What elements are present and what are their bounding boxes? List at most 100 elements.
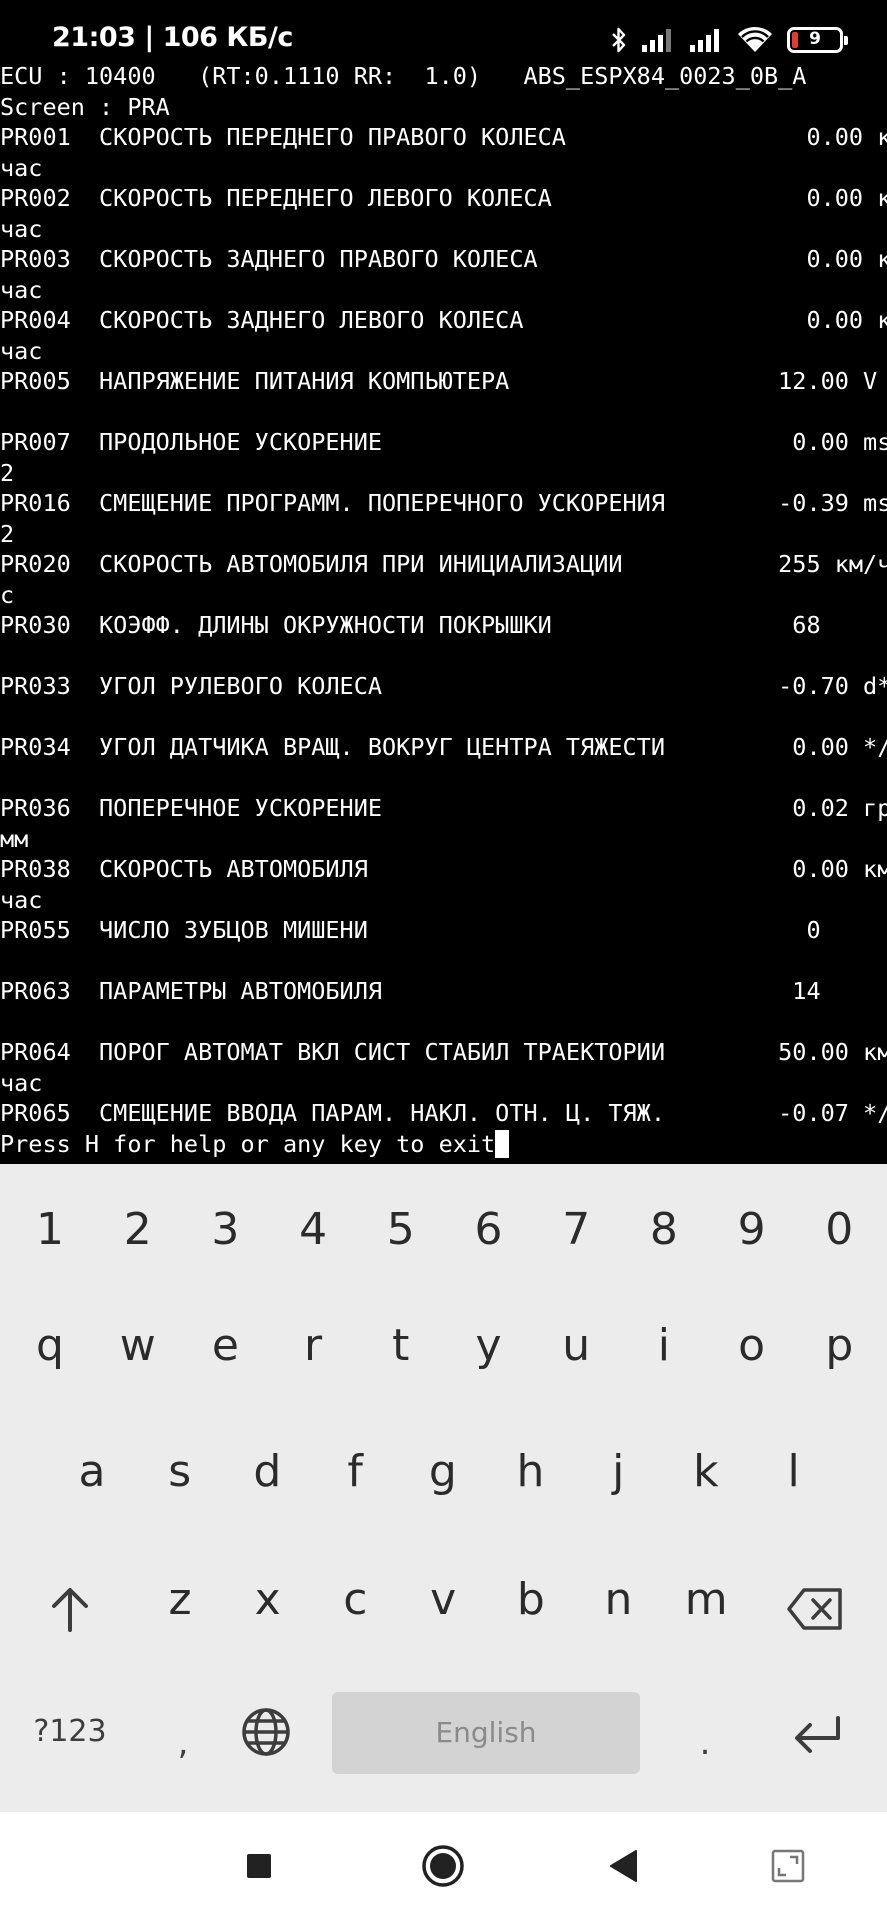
key-s[interactable]: s bbox=[140, 1442, 220, 1502]
terminal-line: час bbox=[0, 275, 43, 304]
key-l[interactable]: l bbox=[754, 1442, 834, 1502]
terminal-line: PR020 СКОРОСТЬ АВТОМОБИЛЯ ПРИ ИНИЦИАЛИЗА… bbox=[0, 550, 887, 578]
key-4[interactable]: 4 bbox=[273, 1200, 353, 1260]
key-p[interactable]: p bbox=[799, 1316, 879, 1376]
signal-icon bbox=[690, 29, 719, 52]
terminal-line: PR005 НАПРЯЖЕНИЕ ПИТАНИЯ КОМПЬЮТЕРА 12.0… bbox=[0, 367, 878, 395]
terminal-line: час bbox=[0, 214, 43, 243]
terminal-line: PR002 СКОРОСТЬ ПЕРЕДНЕГО ЛЕВОГО КОЛЕСА 0… bbox=[0, 184, 887, 212]
terminal-prompt: Press H for help or any key to exit bbox=[0, 1129, 887, 1160]
wifi-icon bbox=[738, 26, 772, 52]
key-w[interactable]: w bbox=[98, 1316, 178, 1376]
terminal-line: мм bbox=[0, 824, 29, 853]
recents-square-icon bbox=[247, 1854, 271, 1878]
key-i[interactable]: i bbox=[624, 1316, 704, 1376]
shift-key[interactable] bbox=[40, 1580, 100, 1640]
key-y[interactable]: y bbox=[449, 1316, 529, 1376]
key-o[interactable]: o bbox=[712, 1316, 792, 1376]
terminal-line: час bbox=[0, 1068, 43, 1097]
home-button[interactable] bbox=[418, 1812, 468, 1920]
space-key[interactable]: English bbox=[332, 1692, 640, 1774]
key-1[interactable]: 1 bbox=[10, 1200, 90, 1260]
key-f[interactable]: f bbox=[315, 1442, 395, 1502]
terminal-cursor bbox=[495, 1129, 510, 1158]
period-key[interactable]: . bbox=[690, 1718, 720, 1768]
key-k[interactable]: k bbox=[666, 1442, 746, 1502]
screen-expand-button[interactable] bbox=[768, 1812, 808, 1920]
battery-level: 9 bbox=[809, 29, 821, 49]
key-7[interactable]: 7 bbox=[536, 1200, 616, 1260]
terminal-line: PR004 СКОРОСТЬ ЗАДНЕГО ЛЕВОГО КОЛЕСА 0.0… bbox=[0, 306, 887, 334]
key-v[interactable]: v bbox=[403, 1570, 483, 1630]
recents-button[interactable] bbox=[236, 1812, 282, 1920]
terminal-line: PR001 СКОРОСТЬ ПЕРЕДНЕГО ПРАВОГО КОЛЕСА … bbox=[0, 123, 887, 151]
terminal-output[interactable]: ECU : 10400 (RT:0.1110 RR: 1.0) ABS_ESPX… bbox=[0, 61, 887, 1164]
terminal-line: час bbox=[0, 336, 43, 365]
back-button[interactable] bbox=[604, 1812, 644, 1920]
key-b[interactable]: b bbox=[491, 1570, 571, 1630]
status-icons: 9 bbox=[611, 22, 848, 58]
terminal-line: PR063 ПАРАМЕТРЫ АВТОМОБИЛЯ 14 bbox=[0, 977, 821, 1005]
bluetooth-icon bbox=[612, 27, 626, 53]
key-r[interactable]: r bbox=[273, 1316, 353, 1376]
backspace-key[interactable] bbox=[786, 1584, 846, 1634]
key-3[interactable]: 3 bbox=[185, 1200, 265, 1260]
key-9[interactable]: 9 bbox=[712, 1200, 792, 1260]
terminal-line: ECU : 10400 (RT:0.1110 RR: 1.0) ABS_ESPX… bbox=[0, 62, 807, 90]
key-5[interactable]: 5 bbox=[361, 1200, 441, 1260]
back-triangle-icon bbox=[610, 1850, 637, 1882]
key-c[interactable]: c bbox=[315, 1570, 395, 1630]
terminal-line: PR007 ПРОДОЛЬНОЕ УСКОРЕНИЕ 0.00 ms- bbox=[0, 428, 887, 456]
shift-arrow-icon bbox=[52, 1588, 88, 1632]
home-circle-icon bbox=[422, 1845, 464, 1887]
key-8[interactable]: 8 bbox=[624, 1200, 704, 1260]
key-m[interactable]: m bbox=[666, 1570, 746, 1630]
soft-keyboard: 1234567890 qwertyuiop asdfghjkl zxcvbnm … bbox=[0, 1164, 887, 1812]
comma-key[interactable]: , bbox=[168, 1718, 198, 1768]
key-d[interactable]: d bbox=[227, 1442, 307, 1502]
language-key[interactable] bbox=[240, 1706, 292, 1758]
enter-key[interactable] bbox=[790, 1712, 844, 1756]
key-g[interactable]: g bbox=[403, 1442, 483, 1502]
enter-arrow-icon bbox=[795, 1716, 840, 1753]
backspace-icon bbox=[787, 1588, 842, 1630]
key-j[interactable]: j bbox=[578, 1442, 658, 1502]
key-t[interactable]: t bbox=[361, 1316, 441, 1376]
key-z[interactable]: z bbox=[140, 1570, 220, 1630]
key-6[interactable]: 6 bbox=[449, 1200, 529, 1260]
terminal-line: PR034 УГОЛ ДАТЧИКА ВРАЩ. ВОКРУГ ЦЕНТРА Т… bbox=[0, 733, 887, 761]
globe-icon bbox=[242, 1708, 290, 1756]
key-0[interactable]: 0 bbox=[799, 1200, 879, 1260]
key-h[interactable]: h bbox=[491, 1442, 571, 1502]
terminal-line: Screen : PRA bbox=[0, 92, 170, 121]
symbols-key[interactable]: ?123 bbox=[20, 1712, 120, 1752]
terminal-line: PR016 СМЕЩЕНИЕ ПРОГРАММ. ПОПЕРЕЧНОГО УСК… bbox=[0, 489, 887, 517]
terminal-line: PR033 УГОЛ РУЛЕВОГО КОЛЕСА -0.70 d* bbox=[0, 672, 887, 700]
key-a[interactable]: a bbox=[52, 1442, 132, 1502]
key-2[interactable]: 2 bbox=[98, 1200, 178, 1260]
terminal-line: 2 bbox=[0, 458, 15, 487]
terminal-line: 2 bbox=[0, 519, 15, 548]
key-e[interactable]: e bbox=[185, 1316, 265, 1376]
terminal-line: PR036 ПОПЕРЕЧНОЕ УСКОРЕНИЕ 0.02 гра bbox=[0, 794, 887, 822]
terminal-line: PR038 СКОРОСТЬ АВТОМОБИЛЯ 0.00 км/ bbox=[0, 855, 887, 883]
navigation-bar bbox=[0, 1812, 887, 1920]
terminal-prompt-text: Press H for help or any key to exit bbox=[0, 1129, 496, 1158]
terminal-line: с bbox=[0, 580, 15, 609]
key-q[interactable]: q bbox=[10, 1316, 90, 1376]
terminal-line: PR030 КОЭФФ. ДЛИНЫ ОКРУЖНОСТИ ПОКРЫШКИ 6… bbox=[0, 611, 821, 639]
status-time-speed: 21:03 | 106 КБ/с bbox=[52, 22, 293, 53]
battery-icon: 9 bbox=[787, 27, 848, 53]
key-x[interactable]: x bbox=[228, 1570, 308, 1630]
terminal-line: PR003 СКОРОСТЬ ЗАДНЕГО ПРАВОГО КОЛЕСА 0.… bbox=[0, 245, 887, 273]
signal-icon bbox=[642, 29, 671, 52]
key-n[interactable]: n bbox=[579, 1570, 659, 1630]
key-u[interactable]: u bbox=[536, 1316, 616, 1376]
terminal-line: час bbox=[0, 153, 43, 182]
